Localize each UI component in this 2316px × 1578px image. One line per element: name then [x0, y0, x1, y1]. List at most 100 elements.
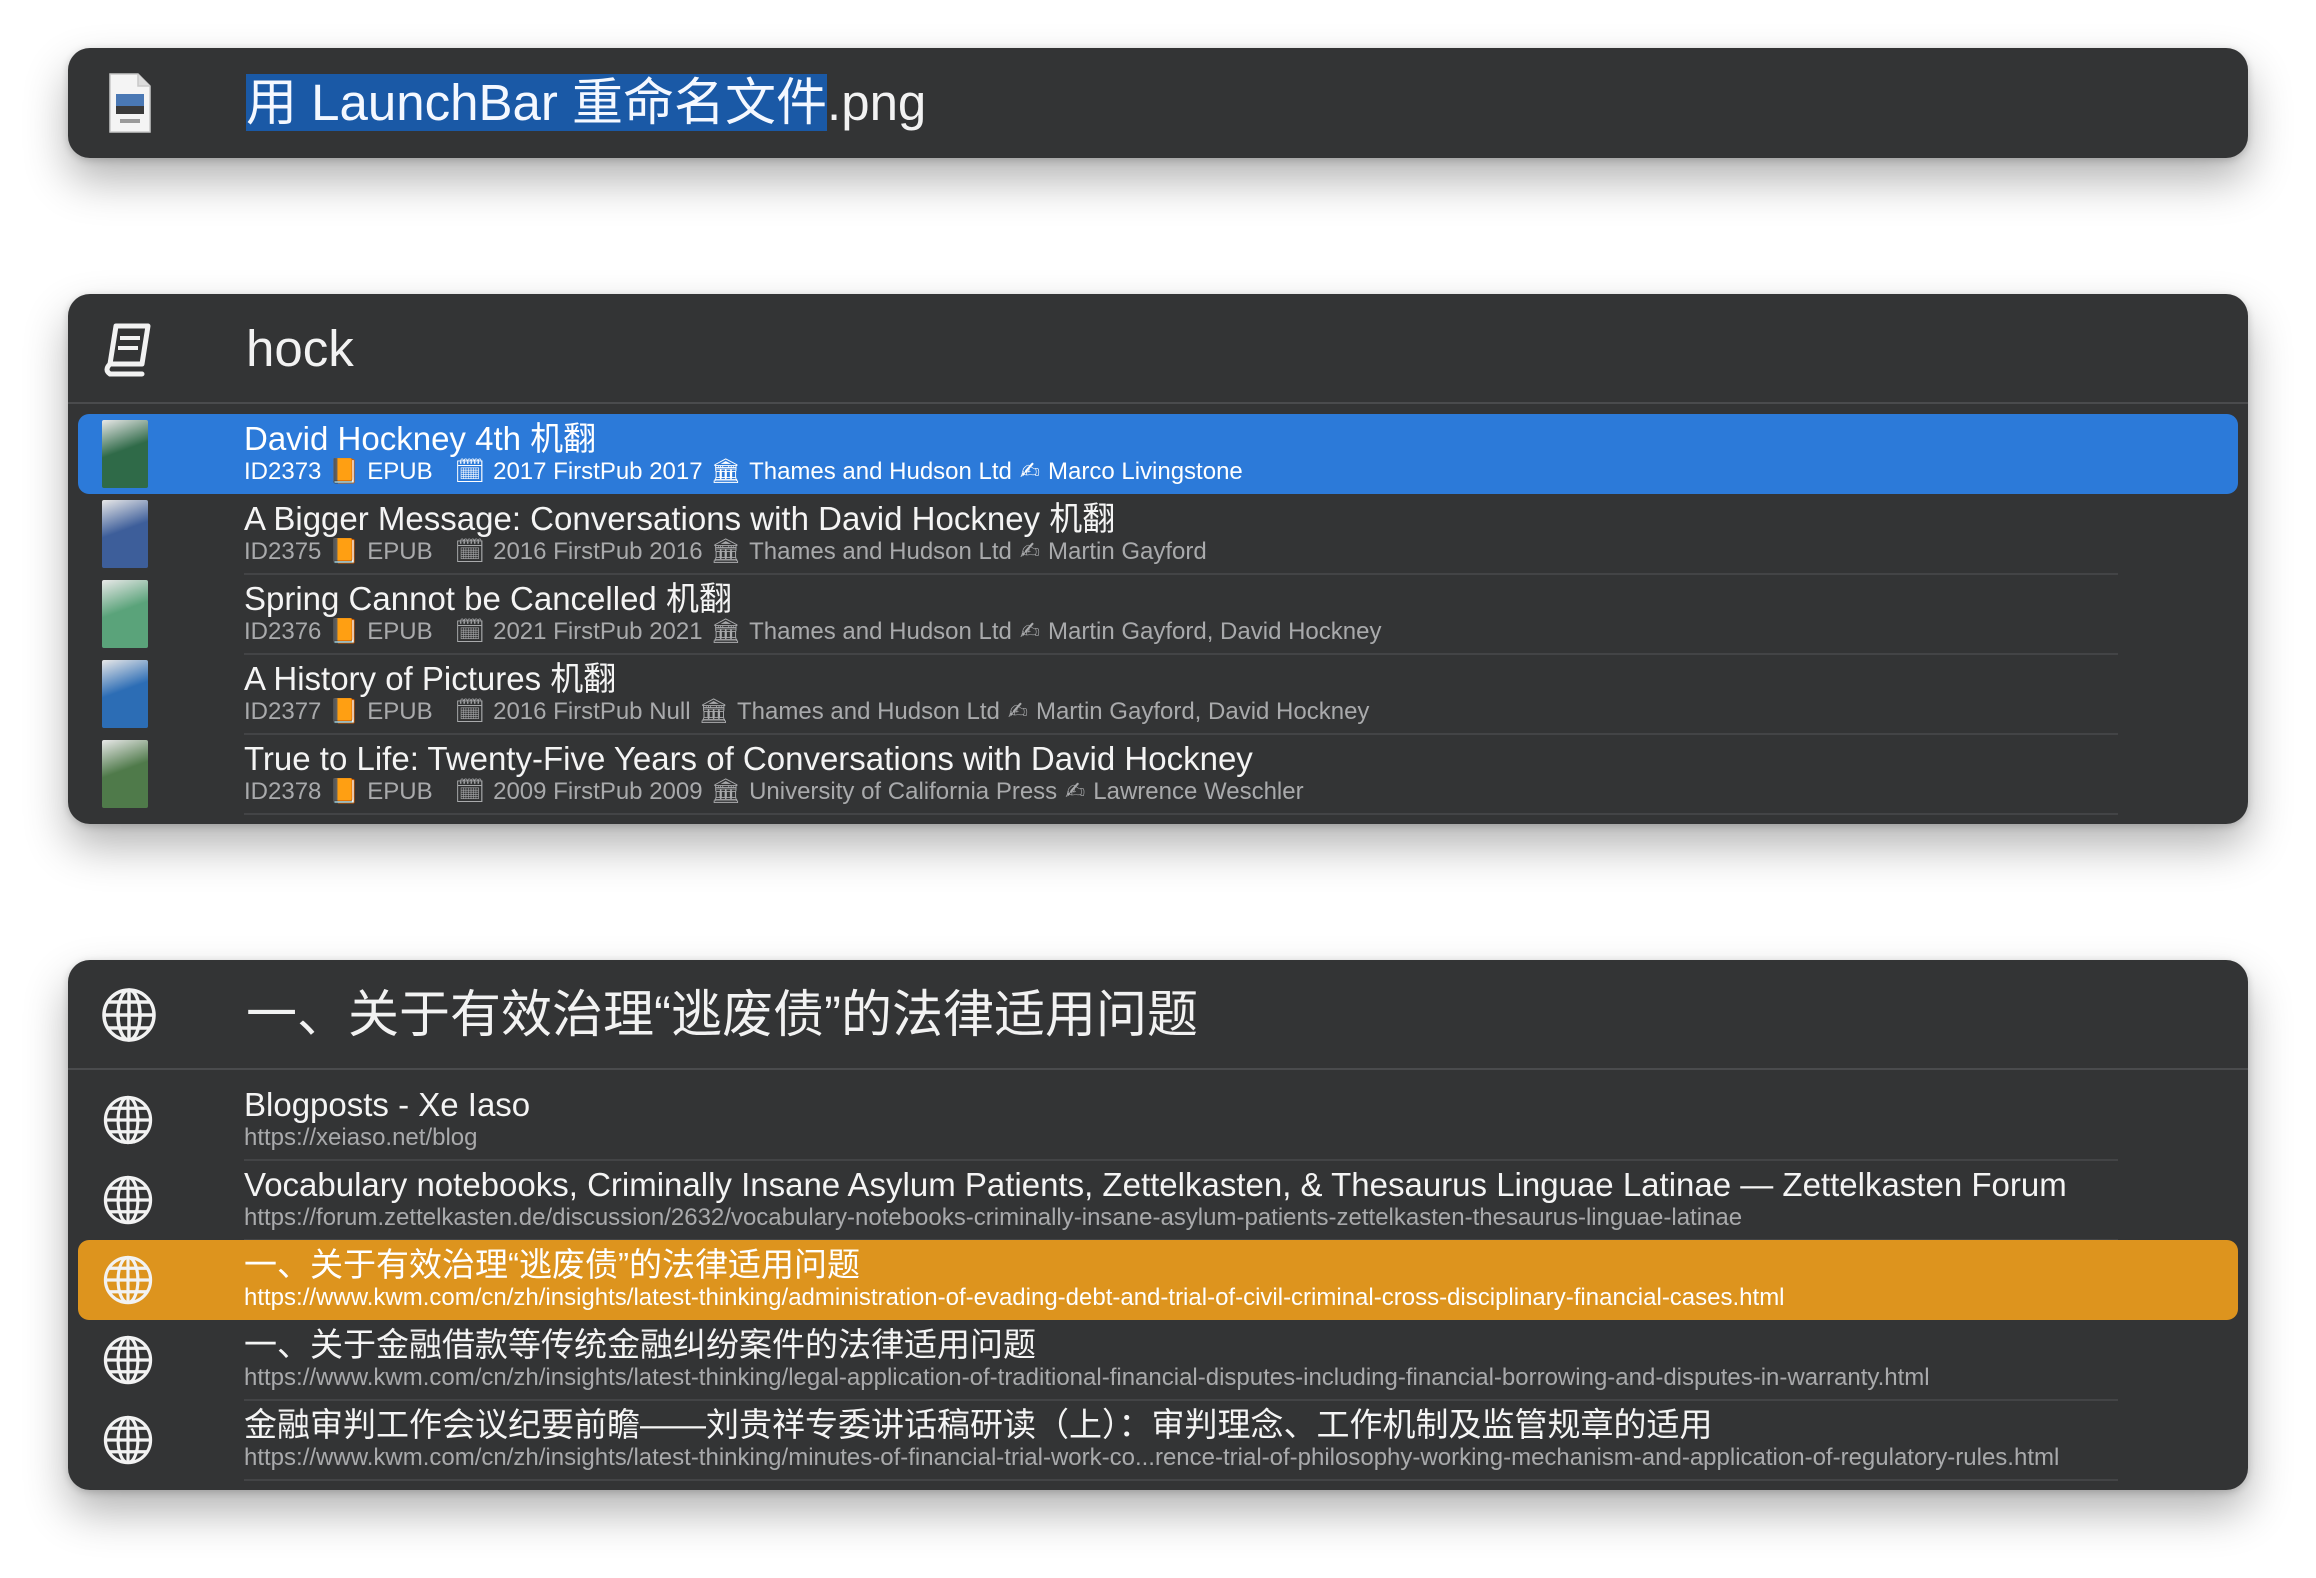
web-result-row[interactable]: Blogposts - Xe Iaso https://xeiaso.net/bl… — [68, 1080, 2248, 1161]
museum-icon: 🏛 — [710, 538, 742, 565]
page-url: https://www.kwm.com/cn/zh/insights/lates… — [244, 1284, 1785, 1311]
page-url: https://forum.zettelkasten.de/discussion… — [244, 1204, 1743, 1231]
museum-icon: 🏛 — [710, 618, 742, 645]
calendar-icon: 🗓 — [454, 618, 486, 645]
book-publisher: Thames and Hudson Ltd — [749, 538, 1012, 565]
web-result-row[interactable]: 一、关于有效治理“逃废债”的法律适用问题 https://www.kwm.com/… — [68, 1240, 2248, 1320]
book-icon: 📙 — [329, 698, 360, 725]
book-icon: 📙 — [329, 618, 360, 645]
book-author: Martin Gayford, David Hockney — [1035, 698, 1370, 725]
page-title: Vocabulary notebooks, Criminally Insane … — [244, 1166, 2067, 1203]
rename-header: 用 LaunchBar 重命名文件.png — [68, 48, 2248, 158]
book-format: EPUB — [367, 538, 433, 565]
page-url: https://www.kwm.com/cn/zh/insights/lates… — [244, 1444, 2060, 1471]
book-search-panel: hock David Hockney 4th 机翻 ID2373 📙 EPUB 🗓 201… — [68, 294, 2248, 824]
calendar-icon: 🗓 — [454, 458, 486, 485]
writing-hand-icon: ✍ — [1007, 698, 1028, 725]
web-results-list: Blogposts - Xe Iaso https://xeiaso.net/bl… — [68, 1080, 2248, 1481]
book-title: Spring Cannot be Cancelled 机翻 — [244, 580, 732, 617]
book-date: 2016 FirstPub 2016 — [493, 538, 703, 565]
book-publisher: Thames and Hudson Ltd — [749, 458, 1012, 485]
book-search-header: hock — [68, 294, 2248, 404]
header-divider — [68, 1068, 2248, 1070]
book-author: Marco Livingstone — [1048, 458, 1243, 485]
book-format: EPUB — [367, 698, 433, 725]
book-result-row[interactable]: A Bigger Message: Conversations with Dav… — [68, 494, 2248, 575]
museum-icon: 🏛 — [698, 698, 730, 725]
book-meta: ID2376 📙 EPUB 🗓 2021 FirstPub 2021 🏛 Thames an… — [244, 616, 1389, 648]
writing-hand-icon: ✍ — [1065, 778, 1086, 805]
book-icon — [104, 323, 151, 377]
museum-icon: 🏛 — [710, 458, 742, 485]
search-query[interactable]: 一、关于有效治理“逃废债”的法律适用问题 — [246, 980, 1198, 1050]
book-date: 2021 FirstPub 2021 — [493, 618, 703, 645]
globe-icon — [103, 1095, 153, 1145]
museum-icon: 🏛 — [710, 778, 742, 805]
web-result-row[interactable]: 一、关于金融借款等传统金融纠纷案件的法律适用问题 https://www.kwm.… — [68, 1320, 2248, 1401]
book-date: 2017 FirstPub 2017 — [493, 458, 703, 485]
book-icon: 📙 — [329, 458, 360, 485]
book-date: 2016 FirstPub Null — [493, 698, 691, 725]
book-title: David Hockney 4th 机翻 — [244, 420, 597, 457]
book-date: 2009 FirstPub 2009 — [493, 778, 703, 805]
writing-hand-icon: ✍ — [1019, 538, 1040, 565]
book-id: ID2376 — [244, 618, 322, 645]
book-format: EPUB — [367, 618, 433, 645]
book-results-list: David Hockney 4th 机翻 ID2373 📙 EPUB 🗓 2017 Fir… — [68, 414, 2248, 815]
book-result-row[interactable]: Spring Cannot be Cancelled 机翻 ID2376 📙 EPUB… — [68, 574, 2248, 655]
book-result-row[interactable]: A History of Pictures 机翻 ID2377 📙 EPUB 🗓 2016… — [68, 654, 2248, 735]
page-title: 一、关于有效治理“逃废债”的法律适用问题 — [244, 1246, 860, 1283]
book-title: True to Life: Twenty-Five Years of Conve… — [244, 740, 1253, 777]
page-url: https://www.kwm.com/cn/zh/insights/lates… — [244, 1364, 1930, 1391]
book-meta: ID2377 📙 EPUB 🗓 2016 FirstPub Null 🏛 Thames an… — [244, 696, 1377, 728]
filename-extension[interactable]: .png — [827, 74, 926, 131]
book-meta: ID2373 📙 EPUB 🗓 2017 FirstPub 2017 🏛 Thames an… — [244, 456, 1251, 488]
filename-field[interactable]: 用 LaunchBar 重命名文件.png — [246, 68, 926, 138]
globe-icon — [103, 1255, 153, 1305]
book-cover-thumbnail — [102, 660, 148, 728]
book-result-row[interactable]: True to Life: Twenty-Five Years of Conve… — [68, 734, 2248, 815]
book-cover-thumbnail — [102, 420, 148, 488]
web-search-panel: 一、关于有效治理“逃废债”的法律适用问题 Blogposts - Xe Iaso… — [68, 960, 2248, 1490]
book-publisher: Thames and Hudson Ltd — [749, 618, 1012, 645]
calendar-icon: 🗓 — [454, 698, 486, 725]
book-publisher: University of California Press — [749, 778, 1058, 805]
header-divider — [68, 402, 2248, 404]
writing-hand-icon: ✍ — [1019, 458, 1040, 485]
row-divider — [244, 1479, 2118, 1481]
book-author: Martin Gayford, David Hockney — [1048, 618, 1382, 645]
web-result-row[interactable]: 金融审判工作会议纪要前瞻——刘贵祥专委讲话稿研读（上）：审判理念、工作机制及监管… — [68, 1400, 2248, 1481]
book-cover-thumbnail — [102, 580, 148, 648]
writing-hand-icon: ✍ — [1019, 618, 1040, 645]
filename-selection[interactable]: 用 LaunchBar 重命名文件 — [246, 74, 828, 131]
rename-panel: 用 LaunchBar 重命名文件.png — [68, 48, 2248, 158]
book-cover-thumbnail — [102, 500, 148, 568]
calendar-icon: 🗓 — [454, 538, 486, 565]
book-author: Martin Gayford — [1048, 538, 1207, 565]
png-file-icon — [109, 73, 151, 133]
row-divider — [244, 813, 2118, 815]
page-title: 金融审判工作会议纪要前瞻——刘贵祥专委讲话稿研读（上）：审判理念、工作机制及监管… — [244, 1406, 1713, 1443]
book-result-row[interactable]: David Hockney 4th 机翻 ID2373 📙 EPUB 🗓 2017 Fir… — [68, 414, 2248, 494]
book-format: EPUB — [367, 458, 433, 485]
search-query[interactable]: hock — [246, 314, 354, 384]
globe-icon — [103, 1415, 153, 1465]
book-cover-thumbnail — [102, 740, 148, 808]
book-icon: 📙 — [329, 538, 360, 565]
globe-icon — [103, 1335, 153, 1385]
globe-icon — [103, 1175, 153, 1225]
book-id: ID2377 — [244, 698, 322, 725]
book-meta: ID2375 📙 EPUB 🗓 2016 FirstPub 2016 🏛 Thames an… — [244, 536, 1215, 568]
book-id: ID2378 — [244, 778, 322, 805]
book-title: A History of Pictures 机翻 — [244, 660, 617, 697]
book-title: A Bigger Message: Conversations with Dav… — [244, 500, 1116, 537]
book-icon: 📙 — [329, 778, 360, 805]
page-url: https://xeiaso.net/blog — [244, 1124, 478, 1151]
book-id: ID2375 — [244, 538, 322, 565]
book-id: ID2373 — [244, 458, 322, 485]
page-title: 一、关于金融借款等传统金融纠纷案件的法律适用问题 — [244, 1326, 1036, 1363]
book-format: EPUB — [367, 778, 433, 805]
book-meta: ID2378 📙 EPUB 🗓 2009 FirstPub 2009 🏛 Universit… — [244, 776, 1312, 808]
web-result-row[interactable]: Vocabulary notebooks, Criminally Insane … — [68, 1160, 2248, 1241]
web-search-header: 一、关于有效治理“逃废债”的法律适用问题 — [68, 960, 2248, 1070]
